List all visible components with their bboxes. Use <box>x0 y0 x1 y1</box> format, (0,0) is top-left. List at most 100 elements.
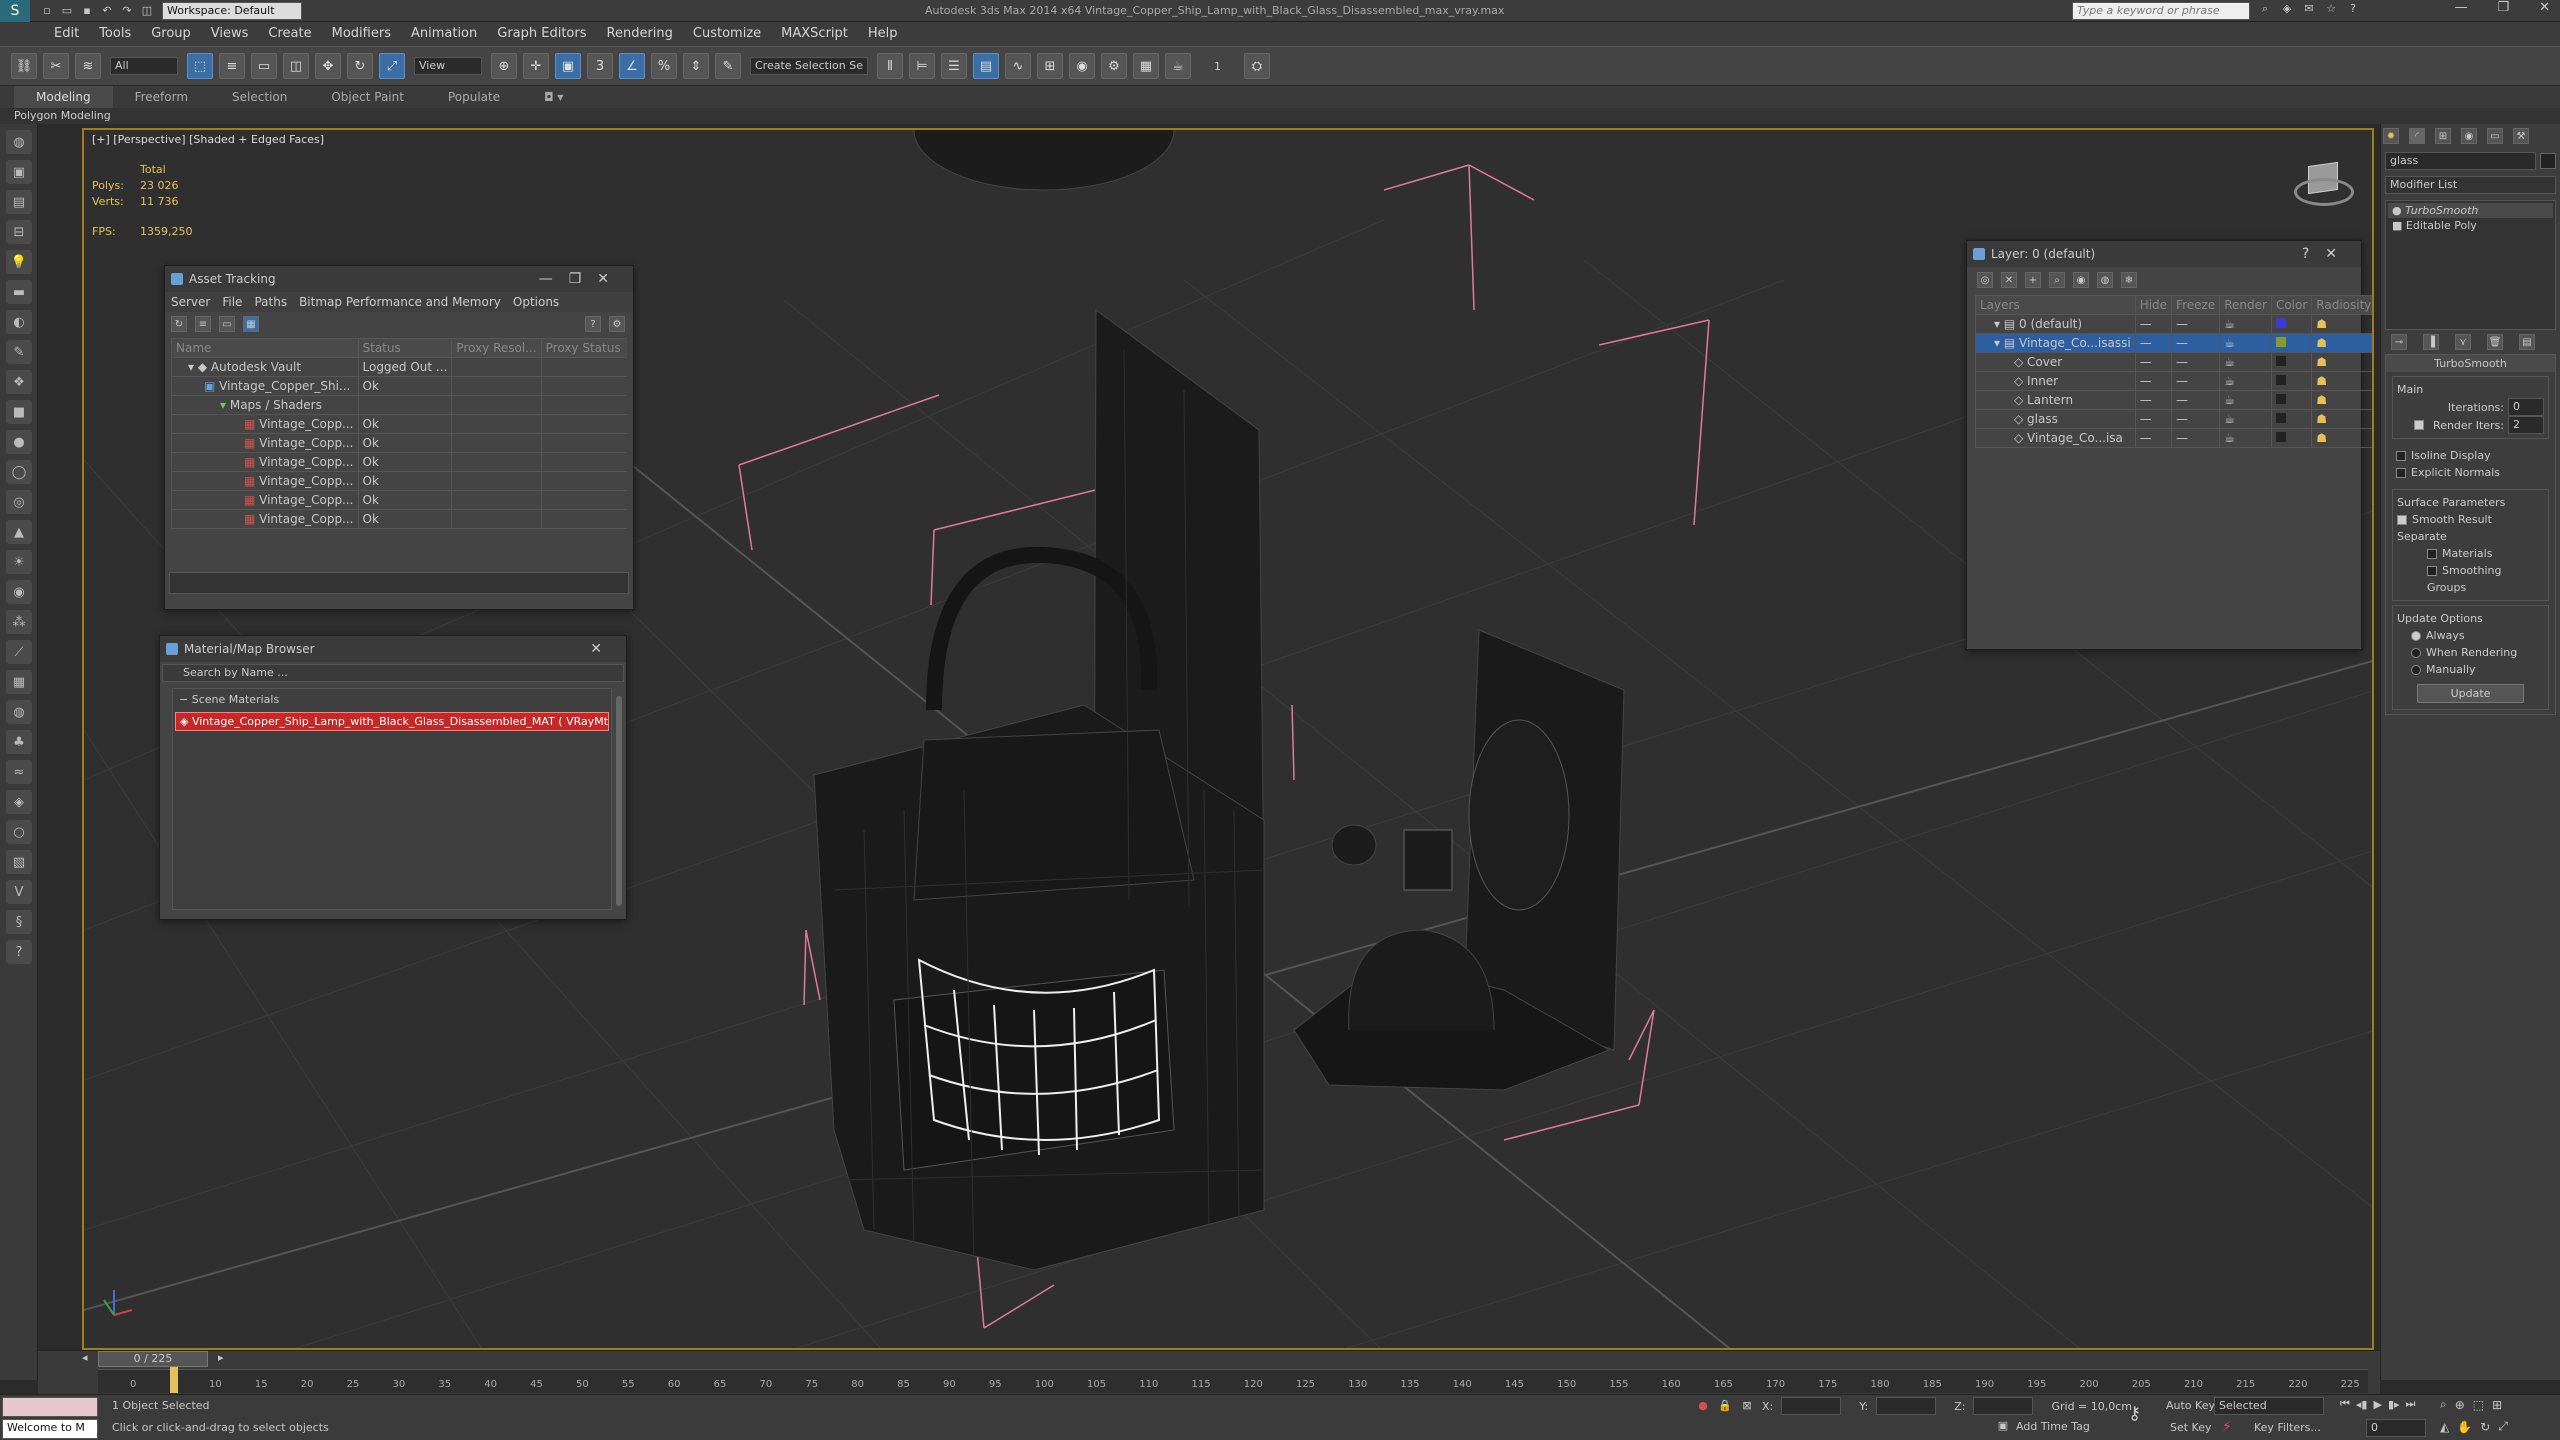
menu-create[interactable]: Create <box>258 22 321 46</box>
asset-help-icon[interactable]: ? <box>585 316 601 332</box>
keyboard-shortcut-override-icon[interactable]: ▣ <box>555 53 581 79</box>
freeze-toggle[interactable]: — <box>2171 428 2221 448</box>
bind-space-warp-icon[interactable]: ≋ <box>75 53 101 79</box>
globe-icon[interactable]: ◍ <box>6 700 32 724</box>
cylinder-icon[interactable]: ◯ <box>6 460 32 484</box>
table-row[interactable]: ▦ Vintage_Copp... Ok <box>171 509 627 529</box>
maxscript-output[interactable]: Welcome to M <box>2 1419 98 1439</box>
smoothing-groups-checkbox[interactable] <box>2427 566 2437 576</box>
freeze-toggle[interactable]: — <box>2171 333 2221 353</box>
play-icon[interactable]: ▶ <box>2373 1398 2381 1411</box>
layer-color-swatch[interactable] <box>2270 352 2313 372</box>
radiosity-icon[interactable]: ☗ <box>2311 390 2372 410</box>
hide-toggle[interactable]: — <box>2134 428 2173 448</box>
smooth-result-checkbox[interactable] <box>2397 515 2407 525</box>
render-teapot-icon[interactable]: ☕ <box>2219 390 2272 410</box>
tab-object-paint[interactable]: Object Paint <box>309 86 426 108</box>
binoculars-icon[interactable]: ⌕ <box>2258 2 2272 16</box>
select-manipulate-icon[interactable]: ✛ <box>523 53 549 79</box>
zoom-extents-icon[interactable]: ⬚ <box>2473 1398 2484 1412</box>
render-setup-icon[interactable]: ⚙ <box>1101 53 1127 79</box>
tab-modeling[interactable]: Modeling <box>14 86 113 108</box>
modifier-list-dropdown[interactable]: Modifier List <box>2385 176 2556 194</box>
detail-view-icon[interactable]: ▭ <box>219 316 235 332</box>
box-icon[interactable]: ■ <box>6 400 32 424</box>
unlink-icon[interactable]: ✂ <box>43 53 69 79</box>
manually-radio[interactable] <box>2411 665 2421 675</box>
hide-toggle[interactable]: — <box>2134 333 2173 353</box>
menu-rendering[interactable]: Rendering <box>597 22 683 46</box>
update-button[interactable]: Update <box>2417 684 2524 703</box>
render-teapot-icon[interactable]: ⛭ <box>1244 53 1270 79</box>
go-to-start-icon[interactable]: ⏮ <box>2340 1397 2350 1411</box>
menu-edit[interactable]: Edit <box>44 22 89 46</box>
radiosity-icon[interactable]: ☗ <box>2311 352 2372 372</box>
layer-row[interactable]: ◇ Cover — — ☕ ☗ <box>1975 352 2372 372</box>
always-radio[interactable] <box>2411 631 2421 641</box>
snaps-toggle-icon[interactable]: 3 <box>587 53 613 79</box>
window-crossing-icon[interactable]: ◫ <box>283 53 309 79</box>
save-icon[interactable]: ▪ <box>80 4 94 18</box>
radiosity-icon[interactable]: ☗ <box>2311 371 2372 391</box>
material-browser-titlebar[interactable]: Material/Map Browser ✕ <box>160 636 626 662</box>
zoom-icon[interactable]: ⌕ <box>2440 1397 2447 1412</box>
time-tag-icon[interactable]: ▣ <box>1996 1419 2010 1433</box>
layer-row[interactable]: ▾ ▤ Vintage_Co...isassi — — ☕ ☗ <box>1975 333 2372 353</box>
select-by-name-icon[interactable]: ≡ <box>219 53 245 79</box>
col-name[interactable]: Name <box>171 338 359 358</box>
open-file-icon[interactable]: ▭ <box>60 4 74 18</box>
hide-toggle[interactable]: — <box>2134 390 2173 410</box>
torus-icon[interactable]: ◎ <box>6 490 32 514</box>
layer-manager-window-buttons[interactable]: ?✕ <box>2302 241 2353 267</box>
table-row[interactable]: ▦ Vintage_Copp... Ok <box>171 452 627 472</box>
project-folder-icon[interactable]: ◫ <box>140 4 154 18</box>
pin-icon[interactable]: ● <box>1696 1399 1710 1413</box>
rotate-icon[interactable]: ↻ <box>347 53 373 79</box>
zoom-all-icon[interactable]: ⊕ <box>2455 1398 2465 1412</box>
radiosity-icon[interactable]: ☗ <box>2311 409 2372 429</box>
refresh-icon[interactable]: ↻ <box>171 316 187 332</box>
key-icon[interactable]: ⚷ <box>2128 1403 2141 1424</box>
layer-hide-all-icon[interactable]: ◍ <box>2097 272 2113 288</box>
absolute-mode-icon[interactable]: ⊠ <box>1740 1399 1754 1413</box>
configure-modifier-sets-icon[interactable]: ▤ <box>2519 334 2535 350</box>
question-icon[interactable]: ? <box>6 940 32 964</box>
orbit-icon[interactable]: ↻ <box>2480 1420 2490 1434</box>
radiosity-icon[interactable]: ☗ <box>2311 428 2372 448</box>
hide-toggle[interactable]: — <box>2134 314 2173 334</box>
radiosity-icon[interactable]: ☗ <box>2311 314 2372 334</box>
pan-icon[interactable]: ✋ <box>2457 1420 2472 1434</box>
select-tool-icon[interactable]: ◍ <box>6 130 32 154</box>
menu-modifiers[interactable]: Modifiers <box>322 22 401 46</box>
camera-icon[interactable]: ▬ <box>6 280 32 304</box>
radiosity-icon[interactable]: ☗ <box>2311 333 2372 353</box>
lock-selection-icon[interactable]: 🔒 <box>1718 1399 1732 1413</box>
layer-freeze-all-icon[interactable]: ❄ <box>2121 272 2137 288</box>
time-slider-prev-icon[interactable]: ◂ <box>82 1351 88 1364</box>
layer-color-swatch[interactable] <box>2270 333 2313 353</box>
go-to-end-icon[interactable]: ⏭ <box>2406 1397 2416 1411</box>
layer-delete-icon[interactable]: ✕ <box>2001 272 2017 288</box>
rendered-frame-window-icon[interactable]: ▦ <box>1133 53 1159 79</box>
time-slider-next-icon[interactable]: ▸ <box>218 1351 224 1364</box>
explicit-normals-checkbox[interactable] <box>2396 468 2406 478</box>
time-slider-cursor[interactable] <box>170 1367 178 1393</box>
link-icon[interactable]: ⛓ <box>11 53 37 79</box>
layer-color-swatch[interactable] <box>2270 371 2313 391</box>
ribbon-options-icon[interactable]: ◘ ▾ <box>522 86 585 108</box>
col-layers[interactable]: Layers <box>1975 295 2136 315</box>
menu-help[interactable]: Help <box>858 22 908 46</box>
pivot-center-icon[interactable]: ⊕ <box>491 53 517 79</box>
modify-tab-icon[interactable]: ◜ <box>2409 128 2425 144</box>
help-search-input[interactable]: Type a keyword or phrase <box>2072 2 2250 20</box>
pin-stack-icon[interactable]: ⊸ <box>2391 334 2407 350</box>
menu-animation[interactable]: Animation <box>401 22 487 46</box>
render-teapot-icon[interactable]: ☕ <box>2219 371 2272 391</box>
menu-maxscript[interactable]: MAXScript <box>771 22 858 46</box>
maximize-icon[interactable]: ❐ <box>2497 0 2509 15</box>
when-rendering-radio[interactable] <box>2411 648 2421 658</box>
scale-icon[interactable]: ⤢ <box>379 53 405 79</box>
layer-add-icon[interactable]: + <box>2025 272 2041 288</box>
col-radiosity[interactable]: Radiosity <box>2311 295 2372 315</box>
vray-logo-icon[interactable]: V <box>6 880 32 904</box>
